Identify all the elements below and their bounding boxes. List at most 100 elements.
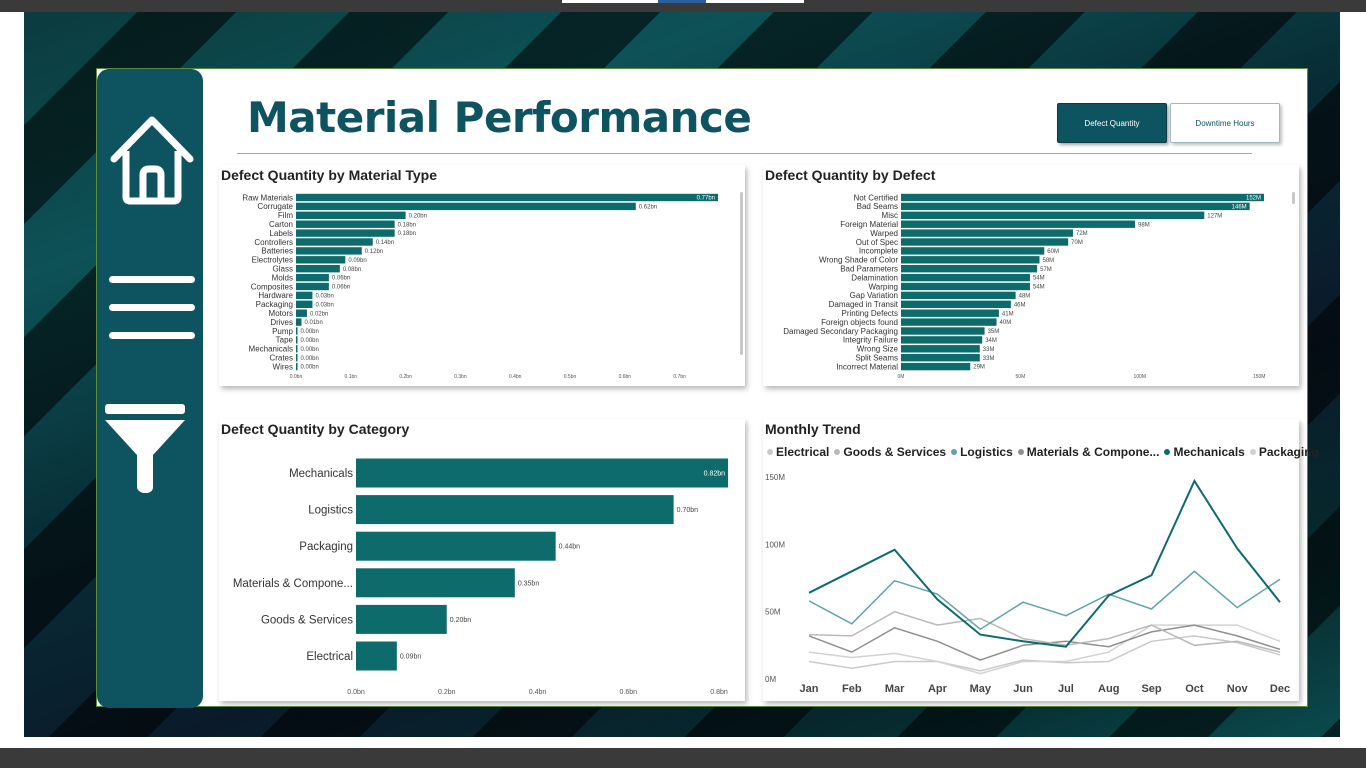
data-label: 60M xyxy=(1047,249,1059,255)
category-label: Carton xyxy=(269,220,293,229)
bar[interactable] xyxy=(901,362,971,371)
defect-chart: Not Certified 152M Bad Seams 146M Misc 127M Fo… xyxy=(783,193,1265,380)
bar[interactable] xyxy=(356,604,447,634)
x-tick-label: 0.4bn xyxy=(529,689,547,696)
bar[interactable] xyxy=(356,568,515,598)
data-label: 0.03bn xyxy=(315,294,333,300)
data-label: 54M xyxy=(1033,285,1045,291)
bar[interactable] xyxy=(356,495,674,525)
data-label: 0.44bn xyxy=(559,544,581,551)
bar[interactable] xyxy=(296,282,329,291)
bar[interactable] xyxy=(901,318,997,326)
category-label: Bad Parameters xyxy=(840,265,898,274)
category-label: Drives xyxy=(270,318,293,327)
data-label: 0.18bn xyxy=(398,222,416,228)
bar[interactable] xyxy=(296,256,346,264)
data-label: 33M xyxy=(983,356,995,362)
bar[interactable] xyxy=(296,238,373,246)
category-label: Damaged in Transit xyxy=(829,300,899,309)
category-label: Materials & Compone... xyxy=(233,578,353,590)
bar[interactable] xyxy=(296,345,298,353)
category-label: Damaged Secondary Packaging xyxy=(783,327,898,336)
data-label: 57M xyxy=(1040,267,1052,273)
bar[interactable] xyxy=(296,309,307,317)
bar[interactable] xyxy=(296,265,340,273)
bar[interactable] xyxy=(901,220,1136,228)
bar[interactable] xyxy=(901,256,1040,264)
data-label: 40M xyxy=(1000,320,1012,326)
bar[interactable] xyxy=(901,202,1250,211)
series-line[interactable] xyxy=(808,635,1281,672)
page-title: Material Performance xyxy=(247,93,752,142)
bar[interactable] xyxy=(901,273,1030,282)
scrollbar[interactable] xyxy=(1292,192,1295,204)
series-line[interactable] xyxy=(808,624,1281,675)
downtime-hours-button[interactable]: Downtime Hours xyxy=(1170,103,1280,143)
data-label: 0.09bn xyxy=(400,653,422,660)
category-label: Electrical xyxy=(306,651,353,663)
category-label: Molds xyxy=(272,273,293,282)
scrollbar[interactable] xyxy=(740,192,743,355)
data-label: 0.18bn xyxy=(398,231,416,237)
category-label: Electrolytes xyxy=(252,256,293,265)
category-label: Corrugate xyxy=(257,202,293,211)
y-tick-label: 0M xyxy=(765,675,776,684)
bar[interactable] xyxy=(901,247,1045,255)
bar[interactable] xyxy=(356,531,556,561)
bar[interactable] xyxy=(901,229,1073,237)
bar[interactable] xyxy=(901,309,999,317)
data-label: 0.35bn xyxy=(518,580,540,587)
x-tick-label: 0.6bn xyxy=(619,689,637,696)
bar[interactable] xyxy=(901,300,1011,308)
bar[interactable] xyxy=(356,458,729,488)
bar[interactable] xyxy=(901,354,980,362)
bar[interactable] xyxy=(296,362,298,371)
bar[interactable] xyxy=(901,336,983,344)
bar[interactable] xyxy=(296,291,313,300)
filter-icon[interactable] xyxy=(103,403,187,495)
x-tick-label: Nov xyxy=(1227,683,1249,695)
bar[interactable] xyxy=(296,193,718,202)
bar[interactable] xyxy=(296,318,302,326)
data-label: 0.08bn xyxy=(343,267,361,273)
bar[interactable] xyxy=(356,641,397,671)
category-label: Integrity Failure xyxy=(843,336,899,345)
bar[interactable] xyxy=(901,193,1264,202)
x-tick-label: 0.7bn xyxy=(673,374,686,380)
bar[interactable] xyxy=(296,300,313,308)
bar[interactable] xyxy=(901,291,1016,300)
x-tick-label: Apr xyxy=(928,683,948,695)
data-label: 0.06bn xyxy=(332,285,350,291)
bar[interactable] xyxy=(901,327,985,335)
series-line[interactable] xyxy=(808,610,1281,653)
menu-icon[interactable] xyxy=(107,273,197,343)
report-page: Material Performance Defect Quantity Dow… xyxy=(96,68,1319,708)
bar[interactable] xyxy=(296,211,406,219)
x-tick-label: Oct xyxy=(1185,683,1204,695)
bar[interactable] xyxy=(296,220,395,228)
data-label: 0.09bn xyxy=(348,258,366,264)
bar[interactable] xyxy=(901,282,1030,291)
defect-quantity-button[interactable]: Defect Quantity xyxy=(1057,103,1167,143)
data-label: 0.00bn xyxy=(301,347,319,353)
home-icon[interactable] xyxy=(107,113,197,205)
bar[interactable] xyxy=(296,354,298,362)
bar[interactable] xyxy=(296,273,329,282)
bar[interactable] xyxy=(296,336,298,344)
category-label: Gap Variation xyxy=(850,291,898,300)
bar[interactable] xyxy=(901,238,1069,246)
bar[interactable] xyxy=(901,345,980,353)
category-label: Not Certified xyxy=(854,193,898,202)
category-label: Glass xyxy=(273,265,293,274)
data-label: 0.06bn xyxy=(332,276,350,282)
bar[interactable] xyxy=(901,265,1038,273)
bar[interactable] xyxy=(901,211,1205,219)
bar[interactable] xyxy=(296,202,636,211)
category-label: Labels xyxy=(269,229,293,238)
category-label: Pump xyxy=(272,327,293,336)
bar[interactable] xyxy=(296,229,395,237)
bar[interactable] xyxy=(296,327,298,335)
series-line[interactable] xyxy=(808,478,1281,648)
data-label: 0.02bn xyxy=(310,311,328,317)
bar[interactable] xyxy=(296,247,362,255)
